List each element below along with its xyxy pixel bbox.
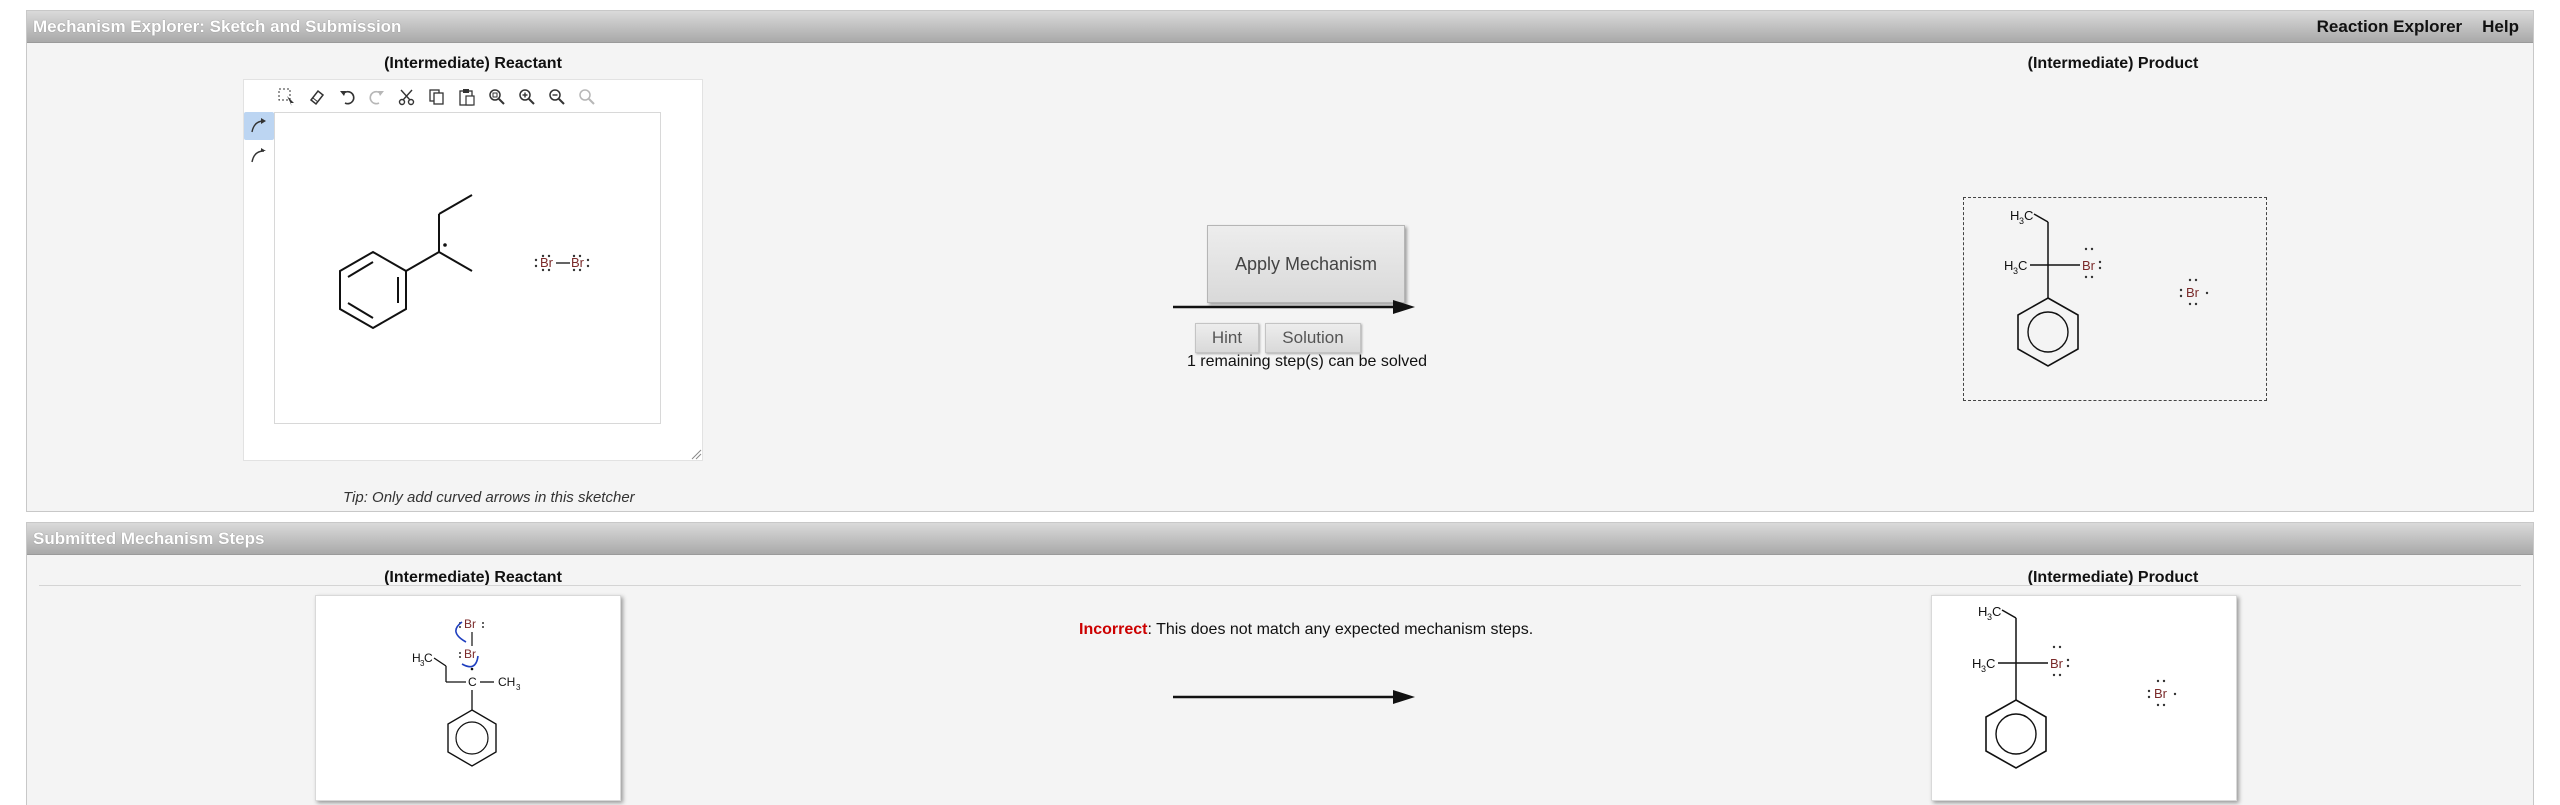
c-atom: C [1986, 656, 1995, 671]
cut-icon[interactable] [394, 84, 420, 110]
erase-icon[interactable] [304, 84, 330, 110]
submitted-reactant-structure: Br Br H 3 C C CH 3 [412, 617, 521, 767]
paste-icon[interactable] [454, 84, 480, 110]
sketch-canvas[interactable]: Br Br [274, 112, 661, 424]
select-icon[interactable] [274, 84, 300, 110]
feedback-message: Incorrect: This does not match any expec… [1079, 621, 1533, 639]
reaction-explorer-link[interactable]: Reaction Explorer [2317, 11, 2463, 43]
c-atom: C [2018, 258, 2027, 273]
br-radical: Br [2186, 285, 2200, 300]
zoom-reset-icon[interactable] [574, 84, 600, 110]
zoom-in-icon[interactable] [514, 84, 540, 110]
molecule-sketcher: Br Br [243, 79, 703, 461]
resize-grip-icon[interactable] [690, 448, 702, 460]
submitted-reactant-card: Br Br H 3 C C CH 3 [315, 595, 621, 801]
apply-mechanism-button[interactable]: Apply Mechanism [1207, 225, 1405, 303]
curved-arrow-icon[interactable] [244, 112, 274, 140]
sketch-panel: Mechanism Explorer: Sketch and Submissio… [26, 10, 2534, 512]
c-atom: C [468, 675, 477, 689]
br-atom: Br [2082, 258, 2096, 273]
br-atom: Br [540, 255, 554, 270]
fishhook-arrow-icon[interactable] [244, 142, 274, 170]
br-atom: Br [571, 255, 585, 270]
divider [39, 585, 2521, 586]
panel-header: Submitted Mechanism Steps [27, 523, 2533, 555]
header-nav: Reaction Explorer Help [2317, 11, 2519, 43]
panel-header: Mechanism Explorer: Sketch and Submissio… [27, 11, 2533, 43]
incorrect-label: Incorrect [1079, 621, 1148, 638]
submitted-product-structure: H 3 C H 3 C Br Br [1972, 604, 2177, 769]
solution-button[interactable]: Solution [1265, 323, 1361, 353]
h-atom: H [1972, 656, 1981, 671]
br-radical: Br [2154, 686, 2168, 701]
c-atom: C [2024, 208, 2033, 223]
h-atom: H [2004, 258, 2013, 273]
reactant-structure: Br Br [339, 194, 590, 330]
br-atom: Br [464, 617, 476, 631]
c-atom: C [424, 651, 433, 665]
undo-icon[interactable] [334, 84, 360, 110]
sketcher-side-tools [244, 110, 276, 172]
c-atom: C [1992, 604, 2001, 619]
page-title: Mechanism Explorer: Sketch and Submissio… [33, 17, 402, 36]
zoom-fit-icon[interactable] [484, 84, 510, 110]
h-atom: H [1978, 604, 1987, 619]
product-structure: H 3 C H 3 C Br Br [2004, 208, 2209, 367]
remaining-steps-text: 1 remaining step(s) can be solved [1186, 353, 1428, 370]
submitted-product-card: H 3 C H 3 C Br Br [1931, 595, 2237, 801]
ch3-group: CH [498, 675, 515, 689]
product-structure-box: H 3 C H 3 C Br Br [1963, 197, 2267, 401]
reaction-arrow-icon [1173, 690, 1415, 704]
copy-icon[interactable] [424, 84, 450, 110]
help-link[interactable]: Help [2482, 11, 2519, 43]
h-atom: H [2010, 208, 2019, 223]
sketcher-toolbar [274, 84, 600, 110]
sketcher-tip: Tip: Only add curved arrows in this sket… [343, 489, 635, 506]
submitted-title: Submitted Mechanism Steps [33, 529, 265, 548]
redo-icon[interactable] [364, 84, 390, 110]
product-title: (Intermediate) Product [2027, 55, 2199, 72]
reactant-title: (Intermediate) Reactant [384, 55, 562, 72]
hint-button[interactable]: Hint [1195, 323, 1259, 353]
reaction-arrow-icon [1173, 300, 1415, 314]
submitted-steps-panel: Submitted Mechanism Steps (Intermediate)… [26, 522, 2534, 805]
br-atom: Br [2050, 656, 2064, 671]
zoom-out-icon[interactable] [544, 84, 570, 110]
feedback-text: : This does not match any expected mecha… [1147, 621, 1534, 638]
br-atom: Br [464, 647, 476, 661]
subscript: 3 [516, 683, 521, 692]
